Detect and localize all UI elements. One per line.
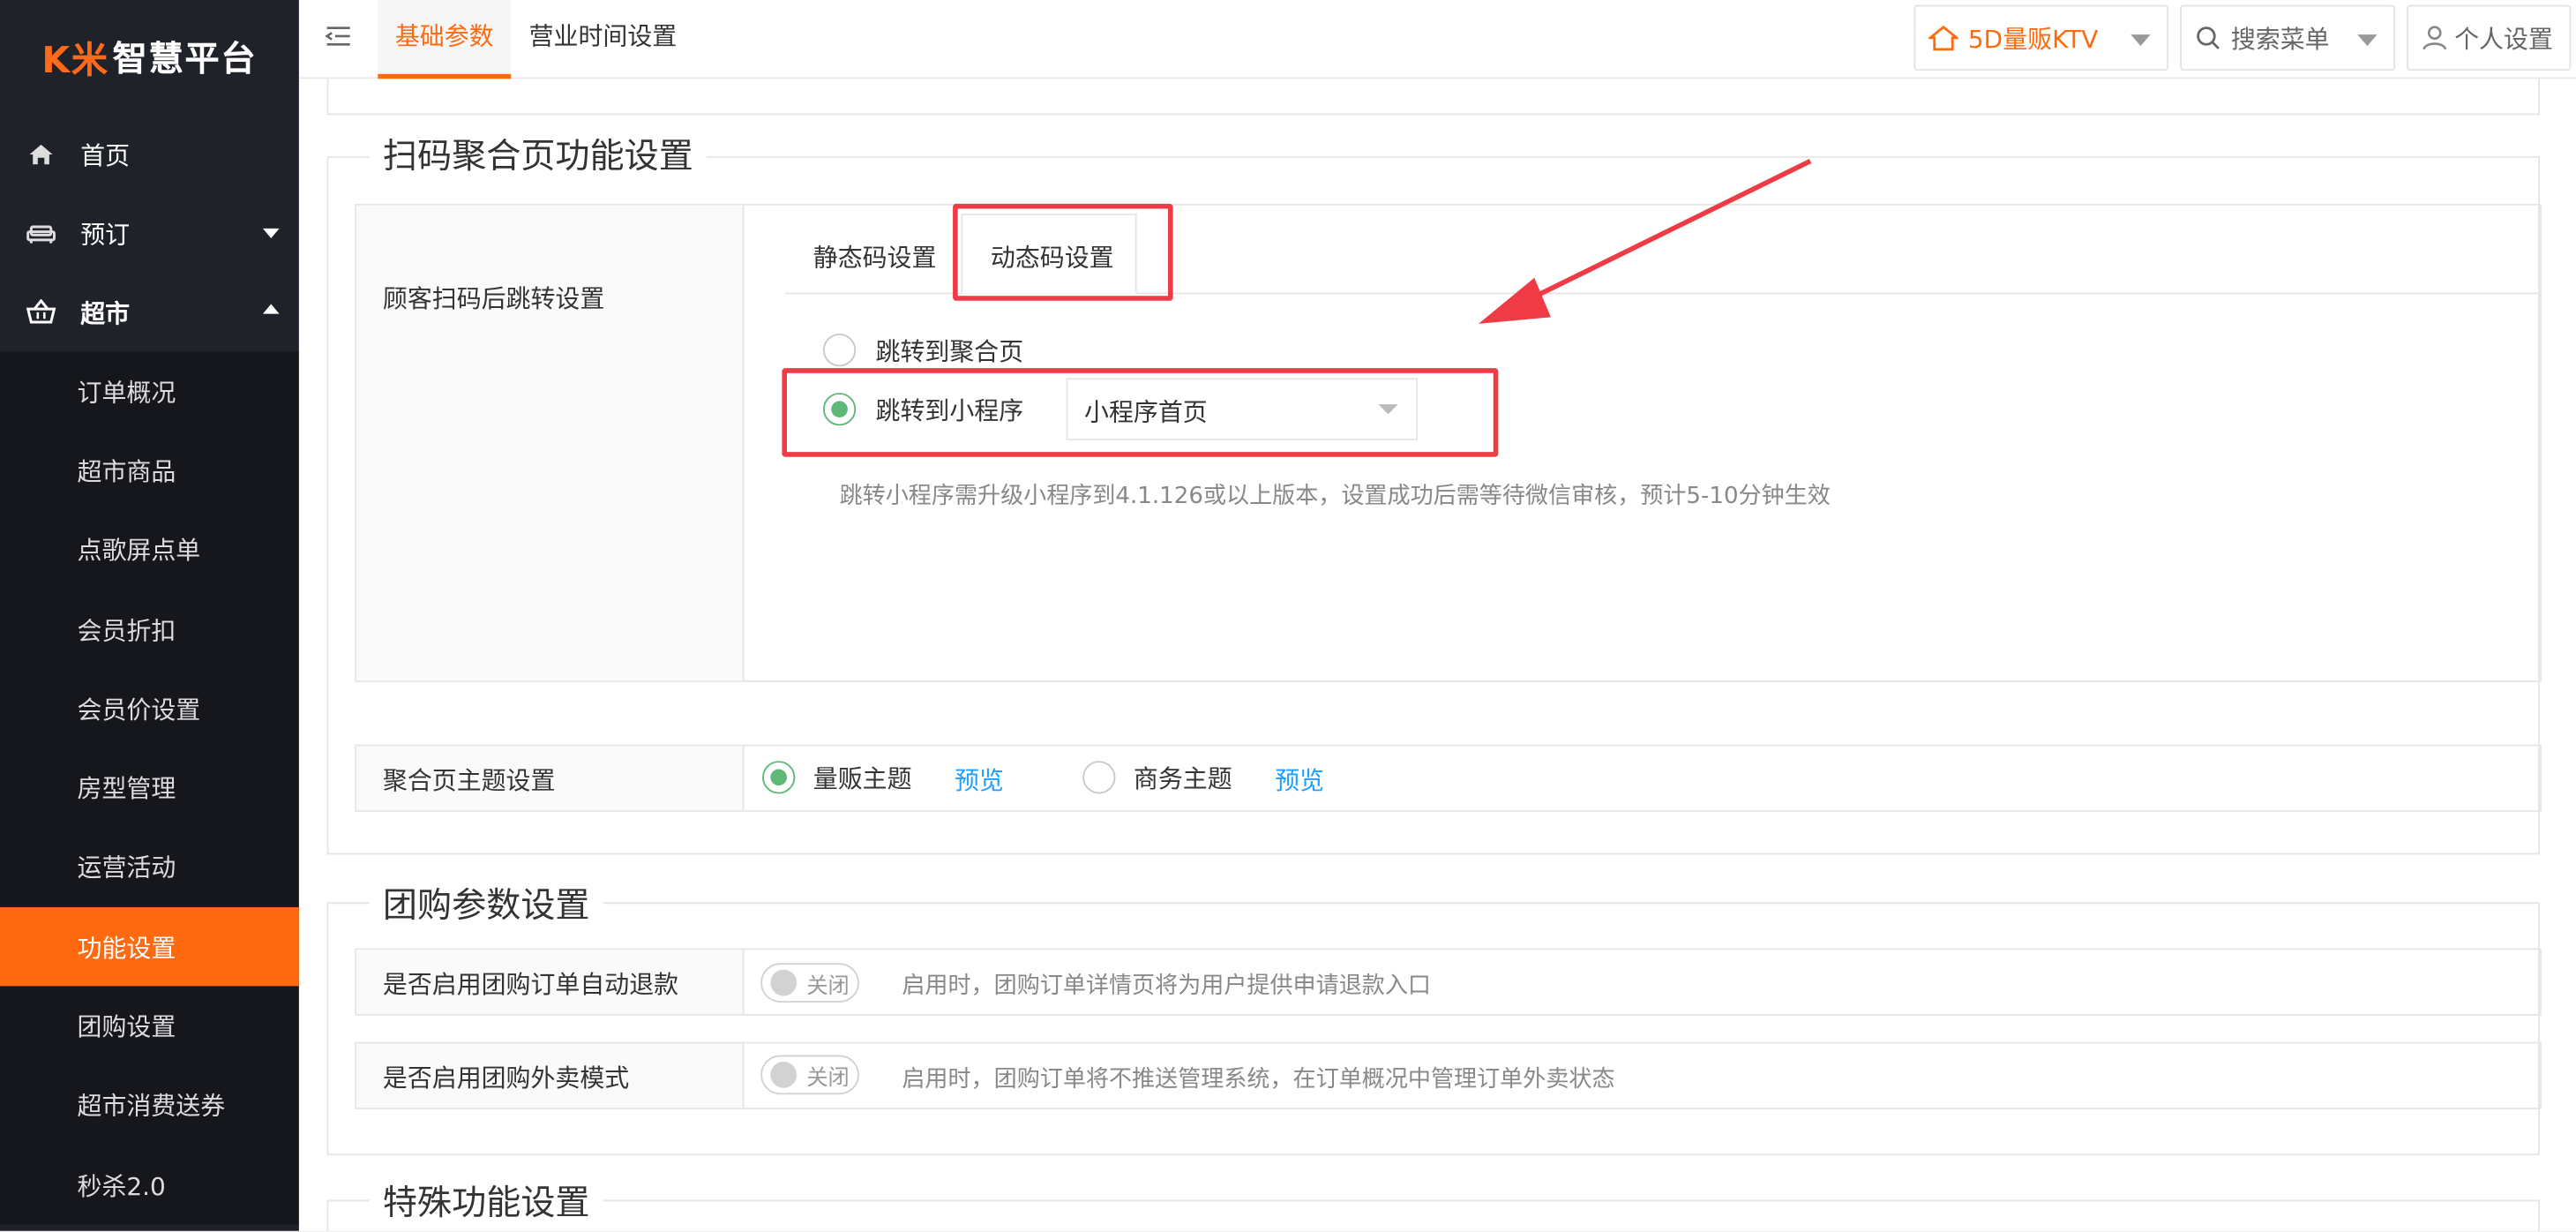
sidebar-item-reservation[interactable]: 预订 bbox=[0, 194, 299, 273]
submenu-item-label: 秒杀2.0 bbox=[77, 1171, 166, 1201]
sidebar-item-label: 首页 bbox=[80, 140, 131, 170]
submenu-item-label: 会员折扣 bbox=[77, 615, 176, 645]
home-icon bbox=[26, 139, 56, 169]
sidebar: K米 智慧平台 首页 预订 超市 订单概况 超市商品 点歌屏点单 会员折扣 会员… bbox=[0, 0, 299, 1231]
basket-icon bbox=[26, 297, 56, 327]
submenu-item-label: 点歌屏点单 bbox=[77, 536, 201, 567]
submenu-item[interactable]: 运营活动 bbox=[0, 828, 299, 907]
submenu-item[interactable]: 会员价设置 bbox=[0, 669, 299, 748]
top-bar: 基础参数 营业时间设置 5D量贩KTV 搜索菜单 个人设置 bbox=[298, 0, 2576, 79]
chevron-down-icon bbox=[262, 228, 280, 239]
sidebar-item-supermarket[interactable]: 超市 bbox=[0, 273, 299, 351]
menu-fold-icon[interactable] bbox=[325, 23, 352, 49]
submenu-item-label: 订单概况 bbox=[77, 377, 176, 408]
search-menu[interactable]: 搜索菜单 bbox=[2180, 4, 2396, 71]
search-menu-label: 搜索菜单 bbox=[2230, 24, 2330, 54]
submenu-item[interactable]: 团购设置 bbox=[0, 987, 299, 1066]
chevron-down-icon bbox=[2130, 34, 2151, 47]
submenu-item-label: 功能设置 bbox=[77, 933, 176, 963]
submenu-item-label: 房型管理 bbox=[77, 774, 176, 804]
supermarket-submenu: 订单概况 超市商品 点歌屏点单 会员折扣 会员价设置 房型管理 运营活动 功能设… bbox=[0, 351, 299, 1225]
app-window: K米 智慧平台 首页 预订 超市 订单概况 超市商品 点歌屏点单 会员折扣 会员… bbox=[0, 0, 2576, 1231]
tab-basic-params[interactable]: 基础参数 bbox=[378, 0, 512, 79]
submenu-item-label: 超市商品 bbox=[77, 456, 176, 487]
submenu-item[interactable]: 会员折扣 bbox=[0, 590, 299, 669]
sidebar-item-label: 预订 bbox=[80, 219, 131, 250]
profile-label: 个人设置 bbox=[2454, 24, 2553, 54]
submenu-item-label: 运营活动 bbox=[77, 853, 176, 883]
submenu-item-label: 团购设置 bbox=[77, 1012, 176, 1042]
submenu-item[interactable]: 秒杀2.0 bbox=[0, 1146, 299, 1225]
submenu-item-active[interactable]: 功能设置 bbox=[0, 907, 299, 988]
search-icon bbox=[2195, 25, 2221, 51]
annotation-arrow-icon bbox=[1478, 158, 1812, 324]
store-selector[interactable]: 5D量贩KTV bbox=[1913, 4, 2169, 71]
store-name: 5D量贩KTV bbox=[1967, 24, 2099, 54]
sidebar-item-label: 超市 bbox=[80, 297, 131, 328]
profile-button[interactable]: 个人设置 bbox=[2407, 4, 2572, 71]
submenu-item-label: 超市消费送券 bbox=[77, 1092, 226, 1122]
submenu-item[interactable]: 订单概况 bbox=[0, 352, 299, 432]
logo-text: 智慧平台 bbox=[112, 39, 258, 79]
home-icon bbox=[1928, 25, 1958, 51]
tab-business-hours[interactable]: 营业时间设置 bbox=[529, 0, 678, 79]
logo: K米 智慧平台 bbox=[0, 0, 299, 115]
submenu-item-label: 会员价设置 bbox=[77, 695, 201, 725]
submenu-item[interactable]: 超市商品 bbox=[0, 431, 299, 510]
user-icon bbox=[2422, 25, 2448, 51]
submenu-item[interactable]: 超市消费送券 bbox=[0, 1066, 299, 1146]
main-content: 扫码聚合页功能设置 顾客扫码后跳转设置 静态码设置 动态码设置 跳转到聚合页 跳… bbox=[298, 79, 2576, 1231]
submenu-item[interactable]: 点歌屏点单 bbox=[0, 510, 299, 590]
submenu-item[interactable]: 房型管理 bbox=[0, 748, 299, 828]
chevron-up-icon bbox=[262, 304, 280, 314]
chevron-down-icon bbox=[2357, 34, 2378, 47]
sofa-icon bbox=[26, 219, 56, 249]
logo-mark: K米 bbox=[41, 41, 109, 83]
sidebar-item-home[interactable]: 首页 bbox=[0, 115, 299, 193]
